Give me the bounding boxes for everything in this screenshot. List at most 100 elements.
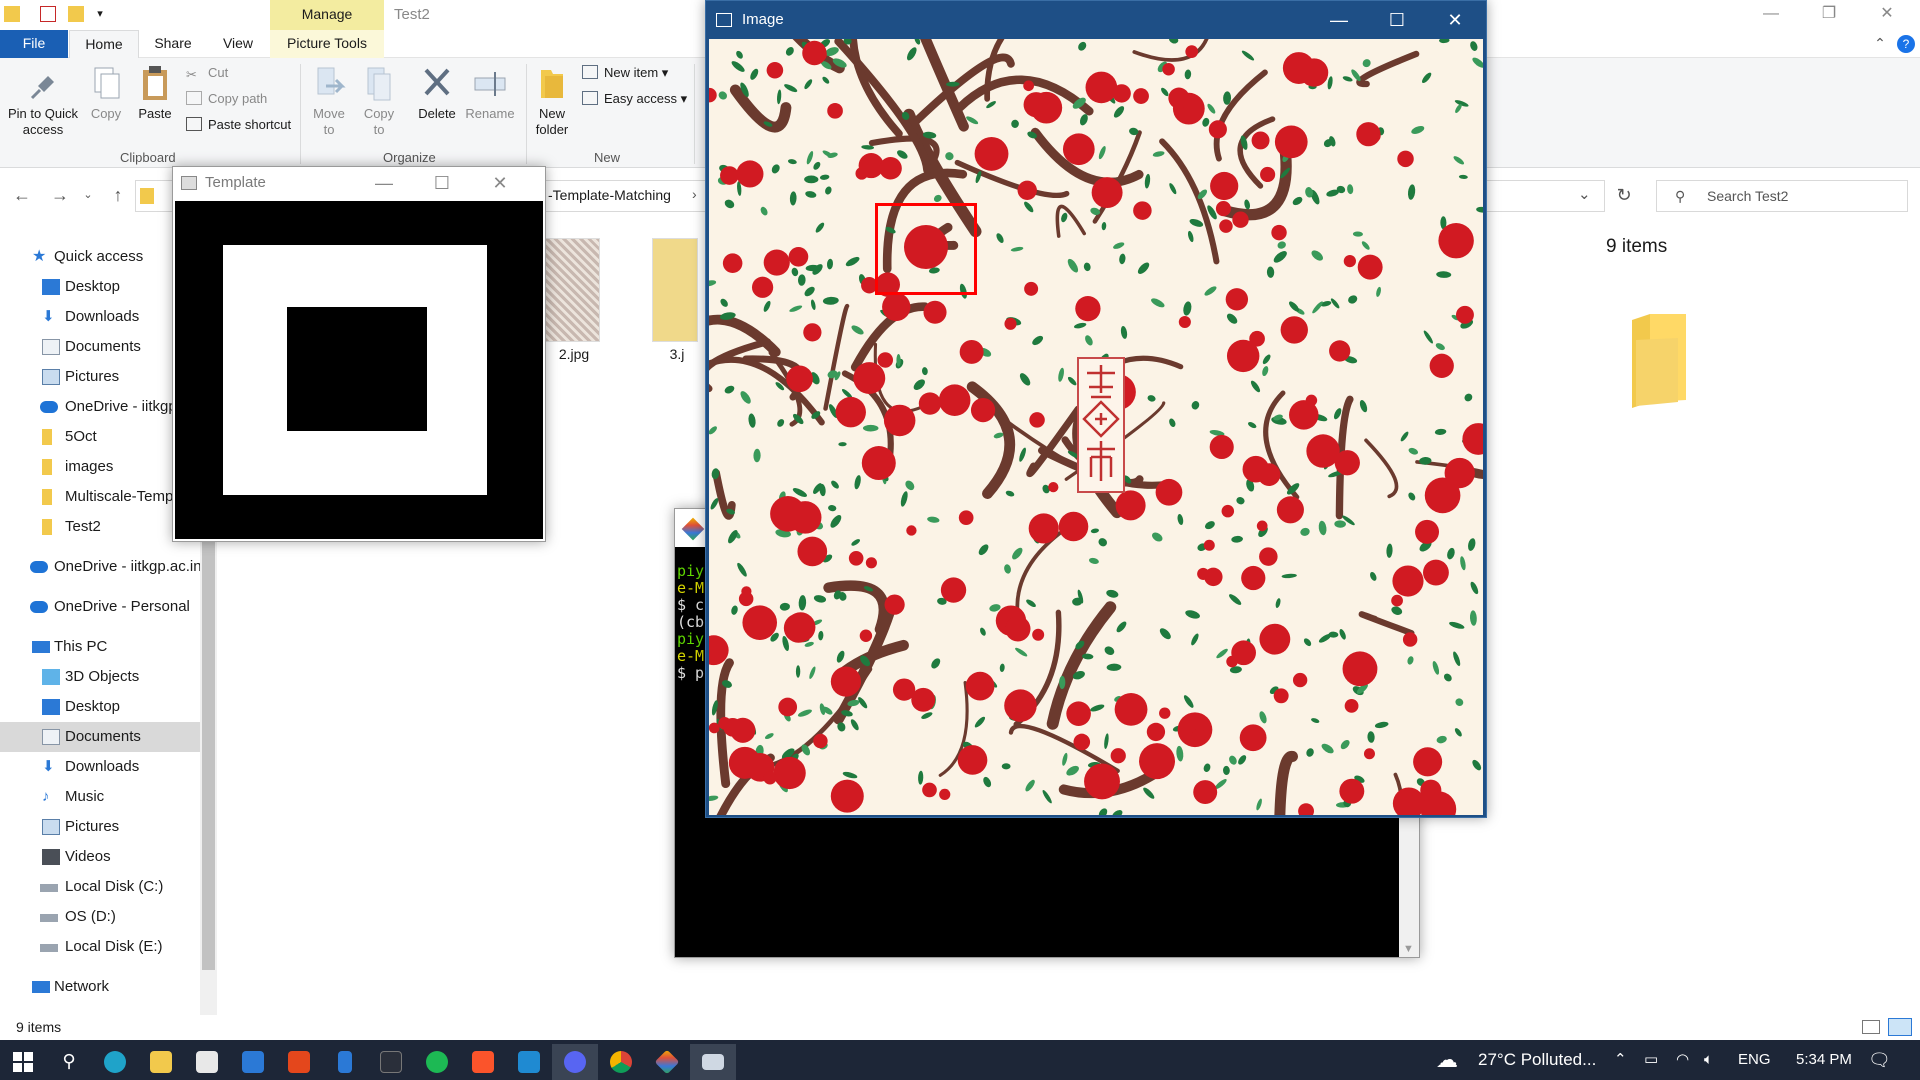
copy-path-button[interactable]: Copy path bbox=[186, 88, 267, 110]
folder-thumbnail[interactable] bbox=[1626, 310, 1692, 414]
wifi-icon[interactable]: ◠ bbox=[1676, 1040, 1689, 1080]
move-to-button[interactable]: Move to bbox=[308, 64, 350, 138]
new-folder-icon[interactable] bbox=[68, 6, 84, 22]
brave-icon[interactable] bbox=[460, 1044, 506, 1080]
tab-picture-tools[interactable]: Picture Tools bbox=[270, 30, 384, 58]
minimize-icon[interactable]: — bbox=[1310, 1, 1368, 39]
office-icon[interactable] bbox=[276, 1044, 322, 1080]
cut-button[interactable]: ✂ Cut bbox=[186, 62, 228, 84]
breadcrumb[interactable]: -Template-Matching bbox=[548, 187, 671, 203]
search-input[interactable]: ⚲ Search Test2 bbox=[1656, 180, 1908, 212]
volume-icon[interactable]: 🔈︎ bbox=[1704, 1040, 1713, 1080]
language-indicator[interactable]: ENG bbox=[1738, 1040, 1771, 1080]
nav-item-test2[interactable]: Test2 bbox=[0, 512, 200, 542]
breadcrumb-chevron-icon[interactable]: › bbox=[692, 186, 697, 202]
nav-item-pictures[interactable]: Pictures bbox=[0, 362, 200, 392]
minimize-icon[interactable]: — bbox=[1742, 0, 1800, 30]
close-icon[interactable]: ✕ bbox=[1426, 1, 1484, 39]
new-folder-button[interactable]: New folder bbox=[530, 64, 574, 138]
battery-icon[interactable]: ▭ bbox=[1644, 1040, 1658, 1080]
nav-item-downloads-pc[interactable]: ⬇ Downloads bbox=[0, 752, 200, 782]
back-arrow-icon[interactable]: ← bbox=[10, 184, 34, 208]
forward-arrow-icon[interactable]: → bbox=[48, 184, 72, 208]
nav-item-this-pc[interactable]: This PC bbox=[0, 632, 200, 662]
paste-button[interactable]: Paste bbox=[134, 64, 176, 122]
nav-item-pictures-pc[interactable]: Pictures bbox=[0, 812, 200, 842]
store-icon[interactable] bbox=[184, 1044, 230, 1080]
nav-item-onedrive-iitkgp[interactable]: OneDrive - iitkgp.ac.in bbox=[0, 552, 200, 582]
maximize-icon[interactable]: ☐ bbox=[413, 167, 471, 199]
nav-item-desktop[interactable]: Desktop bbox=[0, 272, 200, 302]
recent-locations-chevron-icon[interactable]: ⌄ bbox=[76, 184, 100, 208]
terminal-output[interactable]: piy e-M $ c (cb piy e-M $ p bbox=[677, 563, 704, 682]
file-item-3jpg[interactable]: 3.j bbox=[652, 238, 702, 362]
file-item-2jpg[interactable]: 2.jpg bbox=[544, 238, 604, 362]
files-app-icon[interactable] bbox=[322, 1044, 368, 1080]
paste-shortcut-button[interactable]: Paste shortcut bbox=[186, 114, 291, 136]
nav-item-onedrive-personal[interactable]: OneDrive - Personal bbox=[0, 592, 200, 622]
clock[interactable]: 5:34 PM bbox=[1796, 1040, 1852, 1080]
template-window[interactable]: Template — ☐ ✕ bbox=[172, 166, 546, 542]
tab-share[interactable]: Share bbox=[150, 30, 196, 58]
nav-item-downloads[interactable]: ⬇ Downloads bbox=[0, 302, 200, 332]
edge-icon[interactable] bbox=[92, 1044, 138, 1080]
help-icon[interactable]: ? bbox=[1896, 30, 1916, 58]
app-icon[interactable] bbox=[368, 1044, 414, 1080]
tab-view[interactable]: View bbox=[218, 30, 258, 58]
image-window[interactable]: Image — ☐ ✕ bbox=[705, 0, 1487, 818]
nav-item-desktop-pc[interactable]: Desktop bbox=[0, 692, 200, 722]
properties-icon[interactable] bbox=[40, 6, 56, 22]
search-icon[interactable]: ⚲ bbox=[46, 1044, 92, 1080]
template-titlebar[interactable]: Template — ☐ ✕ bbox=[173, 167, 545, 199]
notifications-icon[interactable]: 🗨︎ bbox=[1868, 1040, 1891, 1080]
weather-icon[interactable]: ☁ bbox=[1436, 1040, 1458, 1080]
rename-button[interactable]: Rename bbox=[464, 64, 516, 122]
tab-file[interactable]: File bbox=[0, 30, 68, 58]
nav-item-videos[interactable]: Videos bbox=[0, 842, 200, 872]
mail-icon[interactable] bbox=[230, 1044, 276, 1080]
nav-item-documents[interactable]: Documents bbox=[0, 332, 200, 362]
nav-item-local-c[interactable]: Local Disk (C:) bbox=[0, 872, 200, 902]
weather-text[interactable]: 27°C Polluted... bbox=[1478, 1040, 1596, 1080]
chrome-icon[interactable] bbox=[598, 1044, 644, 1080]
nav-item-5oct[interactable]: 5Oct bbox=[0, 422, 200, 452]
address-dropdown-icon[interactable]: ⌄ bbox=[1578, 185, 1591, 203]
copy-button[interactable]: Copy bbox=[86, 64, 126, 122]
nav-item-os-d[interactable]: OS (D:) bbox=[0, 902, 200, 932]
scroll-down-icon[interactable]: ▼ bbox=[1403, 943, 1414, 955]
nav-item-music[interactable]: ♪ Music bbox=[0, 782, 200, 812]
delete-button[interactable]: Delete bbox=[414, 64, 460, 122]
customize-quick-access-icon[interactable]: ▾ bbox=[92, 6, 108, 22]
discord-icon[interactable] bbox=[552, 1044, 598, 1080]
copy-to-button[interactable]: Copy to bbox=[358, 64, 400, 138]
refresh-icon[interactable]: ↻ bbox=[1612, 184, 1636, 208]
tab-home[interactable]: Home bbox=[69, 30, 139, 58]
close-icon[interactable]: ✕ bbox=[1858, 0, 1916, 30]
large-icons-view-icon[interactable] bbox=[1888, 1018, 1912, 1036]
pin-to-quick-access-button[interactable]: Pin to Quick access bbox=[4, 64, 82, 138]
windows-start-icon[interactable] bbox=[0, 1044, 46, 1080]
vscode-icon[interactable] bbox=[506, 1044, 552, 1080]
nav-item-documents-pc[interactable]: Documents bbox=[0, 722, 200, 752]
nav-item-3d-objects[interactable]: 3D Objects bbox=[0, 662, 200, 692]
minimize-icon[interactable]: — bbox=[355, 167, 413, 199]
nav-item-images[interactable]: images bbox=[0, 452, 200, 482]
file-explorer-icon[interactable] bbox=[138, 1044, 184, 1080]
manage-tab[interactable]: Manage bbox=[270, 0, 384, 30]
nav-item-multiscale[interactable]: Multiscale-Temp bbox=[0, 482, 200, 512]
restore-icon[interactable]: ❐ bbox=[1800, 0, 1858, 30]
python-window-icon[interactable] bbox=[690, 1044, 736, 1080]
nav-item-network[interactable]: Network bbox=[0, 972, 200, 1002]
git-bash-icon[interactable] bbox=[644, 1044, 690, 1080]
details-view-icon[interactable] bbox=[1862, 1020, 1880, 1034]
close-icon[interactable]: ✕ bbox=[471, 167, 529, 199]
nav-item-quick-access[interactable]: ★ Quick access bbox=[0, 242, 200, 272]
collapse-ribbon-icon[interactable]: ⌃ bbox=[1870, 30, 1890, 58]
up-arrow-icon[interactable]: ↑ bbox=[106, 184, 130, 208]
easy-access-button[interactable]: Easy access ▾ bbox=[582, 88, 687, 110]
nav-item-onedrive-iitkgp-short[interactable]: OneDrive - iitkgp bbox=[0, 392, 200, 422]
spotify-icon[interactable] bbox=[414, 1044, 460, 1080]
show-hidden-icons-icon[interactable]: ⌃ bbox=[1614, 1040, 1627, 1080]
image-titlebar[interactable]: Image — ☐ ✕ bbox=[706, 1, 1486, 39]
maximize-icon[interactable]: ☐ bbox=[1368, 1, 1426, 39]
